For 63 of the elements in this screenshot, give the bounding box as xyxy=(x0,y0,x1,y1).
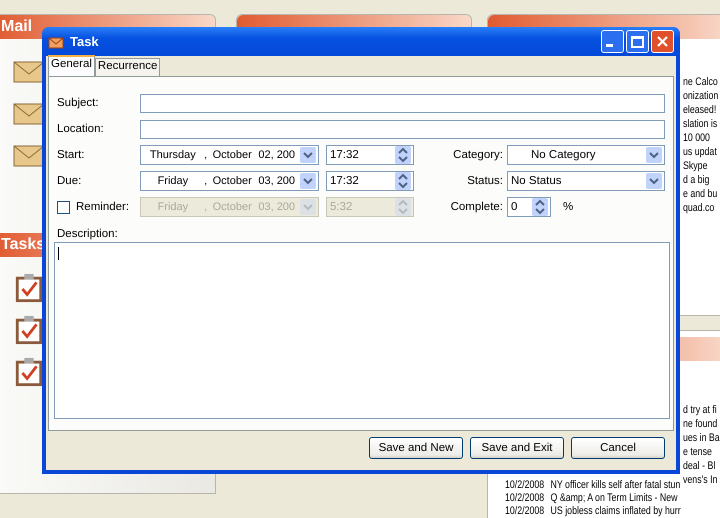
maximize-button[interactable] xyxy=(626,30,649,53)
headline-text: d try at fi xyxy=(683,403,717,417)
field-label: Description: xyxy=(57,228,119,240)
headline-text: Q &amp; A on Term Limits - New xyxy=(550,492,678,505)
time-spinner[interactable]: 17:32 xyxy=(326,171,414,191)
field-label: Reminder: xyxy=(76,201,130,213)
date-text: 10/2/2008 xyxy=(505,479,544,492)
spin-arrows-icon[interactable] xyxy=(532,198,548,216)
subject-field[interactable] xyxy=(140,94,665,112)
field-label: Due: xyxy=(57,175,82,187)
close-icon xyxy=(657,36,668,47)
maximize-icon xyxy=(631,36,644,48)
tab[interactable]: General xyxy=(48,55,95,76)
field-label: Start: xyxy=(57,149,86,161)
date-text: 10/2/2008 xyxy=(505,492,544,505)
headline-text: ues in Ba xyxy=(683,431,720,445)
feed-text: eleased! xyxy=(683,103,716,117)
field-label: Category: xyxy=(453,149,503,161)
headline-text: deal - Bl xyxy=(683,459,716,473)
dialog-button[interactable]: Cancel xyxy=(571,437,665,459)
headline-text: US jobless claims inflated by hurr xyxy=(550,505,681,518)
field-label: Subject: xyxy=(57,97,100,109)
dialog-button[interactable]: Save and New xyxy=(369,437,463,459)
spin-arrows-icon[interactable] xyxy=(395,172,411,190)
feed-text: quad.co xyxy=(683,201,714,215)
date-text: 10/2/2008 xyxy=(505,505,544,518)
percent-sign: % xyxy=(563,201,574,213)
minimize-icon xyxy=(606,44,613,47)
feed-text: d a big xyxy=(683,173,710,187)
feed-text: slation is xyxy=(683,117,718,131)
window-title: Task xyxy=(70,34,99,49)
headline-text: vens's In xyxy=(683,473,718,487)
clipboard-icon[interactable] xyxy=(13,315,45,345)
reminder-checkbox[interactable] xyxy=(57,200,70,214)
tab[interactable]: Recurrence xyxy=(94,58,160,76)
spin-arrows-icon[interactable] xyxy=(395,146,411,164)
panel-title: Mail xyxy=(0,18,32,36)
feed-text: ne Calco xyxy=(683,75,718,89)
field-label: Location: xyxy=(57,123,105,135)
category-dropdown[interactable]: No Category xyxy=(507,145,665,165)
feed-text: 10 000 xyxy=(683,131,710,145)
clipboard-icon[interactable] xyxy=(13,273,45,303)
date-picker[interactable]: Thursday , October 02, 200 xyxy=(140,145,319,165)
feed-text: us updat xyxy=(683,145,717,159)
close-button[interactable] xyxy=(651,30,674,53)
dialog-button[interactable]: Save and Exit xyxy=(470,437,564,459)
feed-text: Skype xyxy=(683,159,708,173)
field-label: Status: xyxy=(467,175,503,187)
headline-text: NY officer kills self after fatal stun xyxy=(550,479,680,492)
headline-text: ne found xyxy=(683,417,718,431)
clipboard-icon[interactable] xyxy=(13,357,45,387)
description-field[interactable] xyxy=(54,242,670,419)
field-label: Complete: xyxy=(450,201,503,213)
date-picker[interactable]: Friday , October 03, 200 xyxy=(140,171,319,191)
feed-text: onization xyxy=(683,89,718,103)
location-field[interactable] xyxy=(140,120,665,138)
text-cursor xyxy=(58,247,59,260)
status-dropdown[interactable]: No Status xyxy=(507,171,665,191)
minimize-button[interactable] xyxy=(601,30,624,53)
feed-text: e and bu xyxy=(683,187,718,201)
headline-text: e tense xyxy=(683,445,712,459)
complete-spinner[interactable]: 0 xyxy=(507,197,551,217)
time-spinner[interactable]: 17:32 xyxy=(326,145,414,165)
